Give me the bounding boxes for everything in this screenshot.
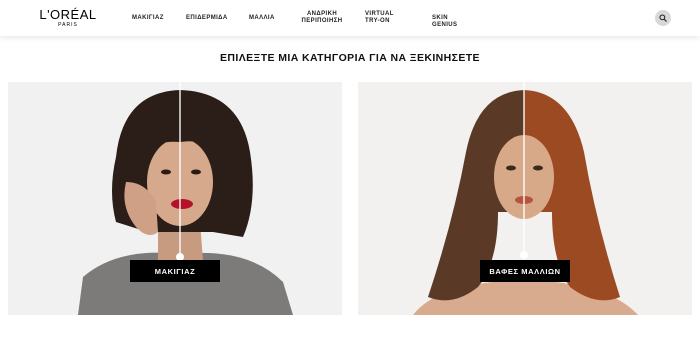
nav-item-skincare[interactable]: ΕΠΙΔΕΡΜΙΔΑ [186, 15, 228, 22]
nav-item-men-care[interactable]: ΑΝΔΡΙΚΗ ΠΕΡΙΠΟΙΗΣΗ [301, 11, 343, 25]
nav-item-virtual-try-on[interactable]: VIRTUAL TRY-ON [365, 11, 407, 25]
nav-item-hair[interactable]: ΜΑΛΛΙΑ [249, 15, 275, 22]
brand-logo[interactable]: L'ORÉAL PARIS [38, 8, 98, 28]
brand-name: L'ORÉAL [39, 7, 97, 22]
site-header: L'ORÉAL PARIS ΜΑΚΙΓΙΑΖ ΕΠΙΔΕΡΜΙΔΑ ΜΑΛΛΙΑ… [0, 0, 700, 36]
brand-subtitle: PARIS [58, 22, 78, 28]
search-button[interactable] [655, 10, 671, 26]
page-title: ΕΠΙΛΕΞΤΕ ΜΙΑ ΚΑΤΗΓΟΡΙΑ ΓΙΑ ΝΑ ΞΕΚΙΝΗΣΕΤΕ [220, 52, 480, 64]
makeup-button[interactable]: ΜΑΚΙΓΙΑΖ [130, 260, 220, 282]
nav-item-makeup[interactable]: ΜΑΚΙΓΙΑΖ [132, 15, 164, 22]
nav-item-skin-genius[interactable]: SKIN GENIUS [432, 15, 457, 29]
search-icon [659, 14, 667, 22]
hair-color-button[interactable]: ΒΑΦΕΣ ΜΑΛΛΙΩΝ [480, 260, 570, 282]
